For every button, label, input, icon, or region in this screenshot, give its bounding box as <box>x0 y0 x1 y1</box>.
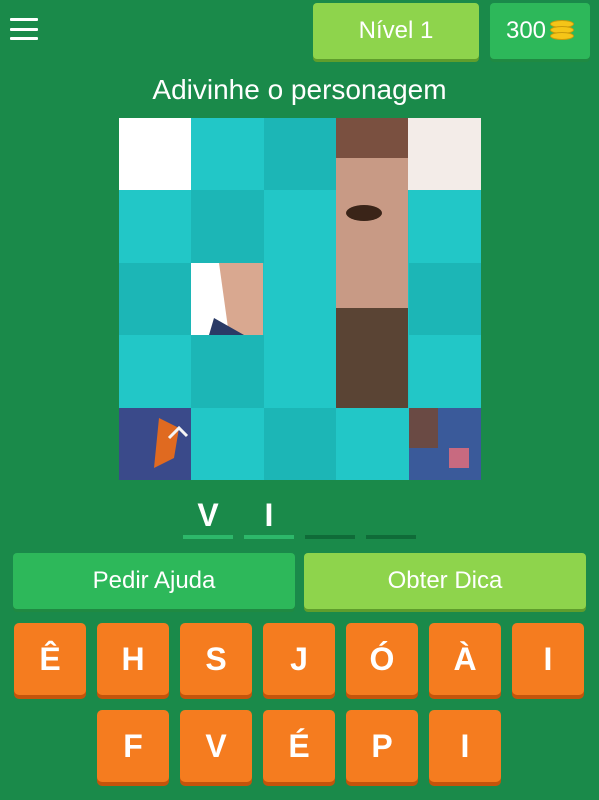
ask-help-button[interactable]: Pedir Ajuda <box>13 553 295 609</box>
answer-slot[interactable] <box>305 497 355 539</box>
menu-line <box>10 27 38 31</box>
cover-tile <box>408 262 481 336</box>
answer-slot[interactable]: I <box>244 497 294 539</box>
cover-tile <box>191 190 264 263</box>
letter-key[interactable]: I <box>429 710 501 782</box>
letter-key-label: Ê <box>39 640 61 677</box>
letter-key[interactable]: Ê <box>14 623 86 695</box>
coins-button[interactable]: 300 <box>490 3 590 59</box>
coins-count: 300 <box>505 17 547 44</box>
answer-letter: V <box>197 497 219 533</box>
cover-tile <box>119 262 192 336</box>
letter-key-label: H <box>121 640 145 677</box>
ask-help-label: Pedir Ajuda <box>92 567 216 594</box>
answer-underline <box>305 535 355 539</box>
answer-underline <box>183 535 233 539</box>
letter-key[interactable]: F <box>97 710 169 782</box>
letter-key[interactable]: P <box>346 710 418 782</box>
letter-key-label: I <box>543 640 553 677</box>
page-title: Adivinhe o personagem <box>152 74 447 105</box>
answer-letter: I <box>264 497 274 533</box>
menu-icon[interactable] <box>10 18 38 40</box>
letter-key-label: I <box>460 727 470 764</box>
letter-key[interactable]: J <box>263 623 335 695</box>
letter-key-label: S <box>205 640 227 677</box>
cover-tile <box>263 118 337 191</box>
answer-slot[interactable] <box>366 497 416 539</box>
letter-key-label: À <box>453 640 477 677</box>
cover-tile <box>263 407 337 480</box>
letter-key-label: J <box>290 640 308 677</box>
letter-key[interactable]: I <box>512 623 584 695</box>
cover-tile <box>263 190 337 263</box>
letter-key[interactable]: É <box>263 710 335 782</box>
cover-tile <box>191 335 264 408</box>
letter-key-label: É <box>288 727 310 764</box>
cover-tile <box>263 262 337 336</box>
answer-underline <box>366 535 416 539</box>
answer-underline <box>244 535 294 539</box>
letter-key[interactable]: H <box>97 623 169 695</box>
letter-key-label: P <box>371 727 393 764</box>
cover-tile <box>191 407 264 480</box>
letter-key[interactable]: V <box>180 710 252 782</box>
cover-tile <box>191 118 264 191</box>
get-hint-label: Obter Dica <box>387 567 503 594</box>
letter-key-label: V <box>205 727 227 764</box>
cover-tile <box>119 190 192 263</box>
letter-key-label: Ó <box>369 640 395 677</box>
letter-key-label: F <box>123 727 143 764</box>
coins-icon <box>550 20 575 42</box>
letter-key[interactable]: Ó <box>346 623 418 695</box>
level-label: Nível 1 <box>358 17 434 44</box>
cover-tile <box>408 335 481 408</box>
letter-key[interactable]: À <box>429 623 501 695</box>
menu-line <box>10 18 38 21</box>
menu-line <box>10 37 38 40</box>
cover-tile <box>336 407 409 480</box>
answer-slot[interactable]: V <box>183 497 233 539</box>
get-hint-button[interactable]: Obter Dica <box>304 553 586 609</box>
level-button[interactable]: Nível 1 <box>313 3 479 59</box>
letter-key[interactable]: S <box>180 623 252 695</box>
cover-tile <box>119 335 192 408</box>
character-image-puzzle <box>119 118 481 480</box>
cover-tile <box>263 335 337 408</box>
cover-tile <box>408 190 481 263</box>
